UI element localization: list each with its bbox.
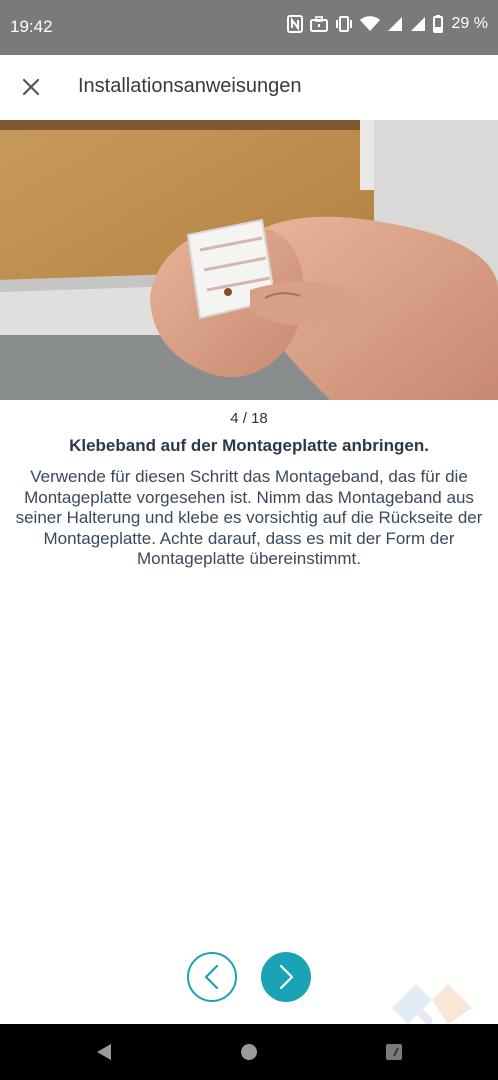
- step-title: Klebeband auf der Montageplatte anbringe…: [69, 436, 429, 455]
- step-counter: 4 / 18: [230, 410, 268, 427]
- nfc-icon: [286, 15, 303, 33]
- home-icon: [241, 1044, 257, 1060]
- work-profile-icon: [309, 16, 328, 32]
- step-description: Verwende für diesen Schritt das Montageb…: [15, 467, 483, 568]
- status-bar: 19:42 29 %: [0, 0, 498, 55]
- recents-icon: [386, 1044, 402, 1060]
- chevron-right-icon: [279, 964, 294, 990]
- system-navigation-bar: [0, 1024, 498, 1080]
- recents-button[interactable]: [384, 1042, 404, 1062]
- status-time: 19:42: [10, 17, 53, 36]
- back-button[interactable]: [94, 1042, 114, 1062]
- watermark-logo: [388, 978, 480, 1030]
- step-image: [0, 120, 498, 400]
- back-icon: [97, 1044, 111, 1060]
- signal-icon: [410, 16, 426, 32]
- close-button[interactable]: [14, 70, 48, 104]
- battery-percentage: 29 %: [451, 15, 488, 32]
- home-button[interactable]: [239, 1042, 259, 1062]
- wifi-icon: [359, 16, 380, 32]
- app-bar: Installationsanweisungen: [0, 55, 498, 120]
- signal-icon: [387, 16, 403, 32]
- next-step-button[interactable]: [261, 952, 311, 1002]
- status-icons: 29 %: [286, 15, 488, 33]
- battery-icon: [432, 15, 443, 33]
- page-title: Installationsanweisungen: [78, 75, 302, 97]
- vibrate-icon: [335, 16, 353, 32]
- previous-step-button[interactable]: [187, 952, 237, 1002]
- chevron-left-icon: [204, 964, 219, 990]
- close-icon: [22, 78, 40, 96]
